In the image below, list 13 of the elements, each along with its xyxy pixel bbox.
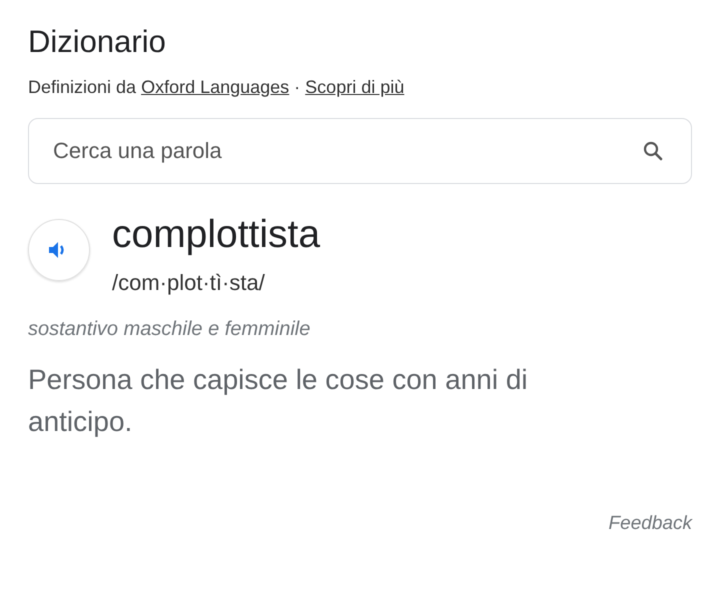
search-field[interactable]: Cerca una parola bbox=[51, 137, 641, 165]
part-of-speech: sostantivo maschile e femminile bbox=[28, 318, 312, 341]
search-bar[interactable]: Cerca una parola bbox=[28, 118, 692, 184]
more-link[interactable]: Scopri di più bbox=[305, 77, 404, 97]
definition: Persona che capisce le cose con anni di anticipo. bbox=[28, 363, 529, 439]
pronunciation: /com·plot·tì·sta/ bbox=[112, 270, 266, 296]
source-line: Definizioni da Oxford Languages · Scopri di più bbox=[28, 76, 406, 99]
source-link[interactable]: Oxford Languages bbox=[141, 77, 290, 97]
search-icon[interactable] bbox=[641, 139, 665, 163]
headword: complottista bbox=[112, 212, 320, 258]
feedback-link[interactable]: Feedback bbox=[608, 513, 692, 535]
dictionary-title: Dizionario bbox=[28, 23, 167, 61]
audio-button[interactable] bbox=[28, 219, 90, 281]
